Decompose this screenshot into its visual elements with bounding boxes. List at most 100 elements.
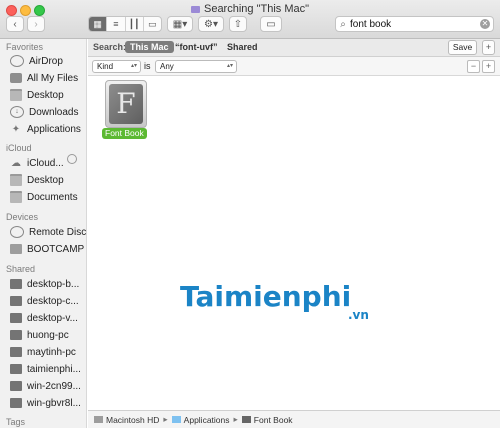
sidebar-item-airdrop[interactable]: AirDrop — [10, 53, 63, 69]
font-book-glyph: F — [109, 84, 143, 124]
coverflow-icon: ▭ — [148, 18, 157, 29]
window-title: Searching "This Mac" — [0, 3, 500, 15]
sidebar-header-devices: Devices — [6, 212, 39, 222]
applications-icon: ✦ — [11, 124, 21, 135]
search-icon: ⌕ — [340, 18, 346, 30]
sidebar-item-downloads[interactable]: ↓ Downloads — [10, 104, 78, 120]
watermark-logo: Taimienphi .vn — [180, 280, 369, 322]
sidebar-item-shared[interactable]: desktop-b... — [10, 276, 79, 292]
chevron-updown-icon: ▴▾ — [130, 63, 137, 69]
search-scope-bar: Search: This Mac “font-uvf” Shared Save … — [88, 39, 500, 57]
result-label[interactable]: Font Book — [102, 128, 147, 139]
icloud-progress-icon — [67, 154, 77, 164]
action-button[interactable]: ⚙▾ — [198, 16, 224, 32]
hard-drive-icon — [94, 416, 103, 423]
hard-drive-icon — [10, 244, 22, 254]
computer-icon — [10, 347, 22, 357]
sidebar-item-icloud-desktop[interactable]: Desktop — [10, 172, 64, 188]
computer-icon — [10, 330, 22, 340]
computer-icon — [10, 381, 22, 391]
downloads-icon: ↓ — [10, 106, 24, 118]
computer-icon — [10, 313, 22, 323]
scope-folder[interactable]: “font-uvf” — [175, 42, 218, 52]
forward-button[interactable]: › — [27, 16, 45, 32]
font-book-app-icon[interactable]: F — [105, 80, 147, 128]
tag-button[interactable]: ▭ — [260, 16, 282, 32]
desktop-icon — [10, 174, 22, 186]
columns-icon: ┃┃ — [128, 18, 140, 29]
criteria-value-popup[interactable]: Any ▴▾ — [155, 60, 237, 73]
sidebar-item-all-my-files[interactable]: All My Files — [10, 70, 78, 86]
back-button[interactable]: ‹ — [6, 16, 24, 32]
criteria-operator: is — [144, 61, 151, 71]
arrange-button[interactable]: ▦▾ — [167, 16, 193, 32]
add-criteria-button[interactable]: + — [482, 40, 495, 55]
sidebar-item-shared[interactable]: win-2cn99... — [10, 378, 81, 394]
icon-view-button[interactable]: ▦ — [89, 17, 108, 31]
view-mode-control: ▦ ≡ ┃┃ ▭ — [88, 16, 162, 32]
sidebar-header-icloud: iCloud — [6, 143, 32, 153]
sidebar-item-shared[interactable]: desktop-v... — [10, 310, 78, 326]
tag-icon: ▭ — [266, 18, 276, 30]
list-icon: ≡ — [113, 19, 119, 29]
sidebar-item-shared[interactable]: taimienphi... — [10, 361, 81, 377]
sidebar-header-shared: Shared — [6, 264, 36, 274]
results-area: F Font Book — [88, 76, 500, 408]
folder-icon — [171, 416, 181, 423]
scope-shared[interactable]: Shared — [227, 42, 258, 52]
coverflow-view-button[interactable]: ▭ — [144, 17, 161, 31]
sidebar-item-shared[interactable]: desktop-c... — [10, 293, 79, 309]
sidebar-item-shared[interactable]: maytinh-pc — [10, 344, 76, 360]
search-folder-icon — [190, 6, 200, 13]
path-item[interactable]: Applications — [184, 415, 230, 425]
share-button[interactable]: ⇧ — [229, 16, 247, 32]
toolbar: Searching "This Mac" ‹ › ▦ ≡ ┃┃ ▭ ▦▾ ⚙▾ … — [0, 0, 500, 39]
chevron-updown-icon: ▴▾ — [226, 63, 233, 69]
sidebar-header-favorites: Favorites — [6, 42, 44, 52]
back-icon: ‹ — [13, 18, 17, 30]
chevron-right-icon: ▸ — [233, 414, 238, 424]
sidebar-item-documents[interactable]: Documents — [10, 189, 78, 205]
app-icon — [241, 416, 251, 423]
airdrop-icon — [10, 55, 24, 67]
desktop-icon — [10, 89, 22, 101]
sidebar-item-applications[interactable]: ✦ Applications — [10, 121, 81, 137]
clear-icon[interactable]: ✕ — [480, 19, 490, 29]
sidebar-item-icloud-drive[interactable]: ☁ iCloud... — [10, 155, 64, 171]
computer-icon — [10, 364, 22, 374]
computer-icon — [10, 296, 22, 306]
sidebar: Favorites AirDrop All My Files Desktop ↓… — [0, 39, 87, 428]
remove-criteria-button[interactable]: − — [467, 60, 480, 73]
search-criteria-row: Kind ▴▾ is Any ▴▾ − + — [88, 57, 500, 76]
scope-this-mac[interactable]: This Mac — [125, 41, 174, 53]
list-view-button[interactable]: ≡ — [107, 17, 126, 31]
add-criteria-row-button[interactable]: + — [482, 60, 495, 73]
chevron-right-icon: ▸ — [163, 414, 168, 424]
path-bar: Macintosh HD ▸ Applications ▸ Font Book — [88, 410, 500, 428]
criteria-attribute-popup[interactable]: Kind ▴▾ — [92, 60, 141, 73]
save-search-button[interactable]: Save — [448, 40, 477, 55]
sidebar-item-remote-disc[interactable]: Remote Disc — [10, 224, 86, 240]
share-icon: ⇧ — [233, 18, 243, 30]
documents-icon — [10, 191, 22, 203]
disc-icon — [10, 226, 24, 238]
sidebar-item-shared[interactable]: win-gbvr8l... — [10, 395, 81, 411]
computer-icon — [10, 279, 22, 289]
all-files-icon — [10, 73, 22, 83]
arrange-icon: ▦▾ — [172, 18, 188, 30]
search-input[interactable]: font book — [350, 19, 480, 30]
grid-icon: ▦ — [93, 18, 102, 29]
sidebar-header-tags: Tags — [6, 417, 26, 427]
finder-window: Searching "This Mac" ‹ › ▦ ≡ ┃┃ ▭ ▦▾ ⚙▾ … — [0, 0, 500, 428]
path-item[interactable]: Macintosh HD — [106, 415, 159, 425]
path-item[interactable]: Font Book — [254, 415, 293, 425]
sidebar-item-shared[interactable]: huong-pc — [10, 327, 69, 343]
sidebar-item-desktop[interactable]: Desktop — [10, 87, 64, 103]
scope-label: Search: — [93, 42, 127, 52]
sidebar-item-bootcamp[interactable]: BOOTCAMP — [10, 241, 84, 257]
forward-icon: › — [34, 18, 38, 30]
search-field[interactable]: ⌕ font book ✕ — [335, 16, 494, 32]
column-view-button[interactable]: ┃┃ — [126, 17, 144, 31]
gear-icon: ⚙▾ — [204, 18, 218, 30]
cloud-icon: ☁ — [11, 158, 21, 169]
